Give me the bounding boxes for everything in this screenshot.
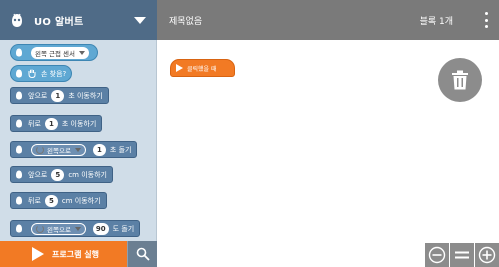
- palette-block-hand-found[interactable]: 손 찾음?: [10, 65, 73, 82]
- document-title[interactable]: 제목없음: [169, 14, 202, 27]
- app-title: UO 알버트: [34, 16, 84, 28]
- number-input[interactable]: 5: [51, 168, 65, 181]
- robot-icon: [16, 196, 22, 205]
- block-text: 뒤로: [28, 119, 41, 128]
- zoom-out-icon: [428, 246, 446, 264]
- direction-dropdown-label: 왼쪽으로: [47, 146, 71, 155]
- zoom-reset-button[interactable]: [450, 243, 474, 267]
- when-clicked-label: 클릭했을 때: [187, 65, 217, 73]
- trash-can-button[interactable]: [438, 58, 482, 102]
- number-input[interactable]: 1: [92, 143, 106, 156]
- robot-icon: [16, 119, 22, 128]
- dropdown-arrow-icon: [74, 226, 81, 231]
- number-input[interactable]: 90: [92, 222, 109, 235]
- block-text: 앞으로: [28, 91, 48, 100]
- block-text: 도 돌기: [112, 224, 135, 233]
- sensor-dropdown-label: 왼쪽 근접 센서: [35, 49, 76, 58]
- robot-icon: [16, 69, 22, 78]
- palette-block-turn-seconds[interactable]: 왼쪽으로 1 초 돌기: [10, 141, 138, 158]
- block-count-label: 블록 1개: [419, 17, 453, 27]
- chevron-down-icon[interactable]: [134, 17, 146, 24]
- robot-selector[interactable]: UO 알버트: [0, 0, 157, 40]
- number-input[interactable]: 1: [51, 89, 65, 102]
- block-text: 앞으로: [28, 170, 48, 179]
- run-program-label: 프로그램 실행: [52, 249, 99, 259]
- robot-icon: [16, 170, 22, 179]
- palette-block-turn-degrees[interactable]: 왼쪽으로 90 도 돌기: [10, 220, 141, 237]
- dropdown-arrow-icon: [79, 50, 86, 55]
- palette-block-backward-seconds[interactable]: 뒤로 1 초 이동하기: [10, 115, 103, 132]
- dropdown-arrow-icon: [74, 147, 81, 152]
- robot-icon: [16, 91, 22, 100]
- sensor-dropdown[interactable]: 왼쪽 근접 센서: [31, 46, 90, 59]
- when-clicked-block[interactable]: 클릭했을 때: [170, 59, 235, 77]
- block-text: 초 돌기: [109, 145, 132, 154]
- direction-dropdown[interactable]: 왼쪽으로: [31, 222, 86, 235]
- zoom-in-button[interactable]: [475, 243, 499, 267]
- block-text: cm 이동하기: [68, 170, 107, 179]
- block-text: cm 이동하기: [61, 196, 101, 205]
- zoom-in-icon: [478, 246, 496, 264]
- search-icon: [136, 247, 150, 261]
- hand-icon: [28, 69, 36, 78]
- robot-icon: [16, 48, 22, 57]
- palette-block-proximity-sensor[interactable]: 왼쪽 근접 센서: [10, 44, 99, 61]
- direction-dropdown[interactable]: 왼쪽으로: [31, 143, 86, 156]
- robot-icon: [16, 145, 22, 154]
- block-text: 초 이동하기: [61, 119, 97, 128]
- run-program-button[interactable]: 프로그램 실행: [0, 241, 127, 267]
- block-text: 뒤로: [28, 196, 41, 205]
- workspace-canvas[interactable]: 클릭했을 때: [158, 40, 499, 267]
- kebab-menu-icon[interactable]: [483, 12, 489, 28]
- palette-block-forward-seconds[interactable]: 앞으로 1 초 이동하기: [10, 87, 109, 104]
- equals-icon: [455, 251, 469, 259]
- palette-block-backward-cm[interactable]: 뒤로 5 cm 이동하기: [10, 192, 107, 209]
- bottom-toolbar: 프로그램 실행: [0, 241, 157, 267]
- play-icon: [32, 247, 44, 261]
- number-input[interactable]: 1: [44, 117, 58, 130]
- robot-icon: [12, 13, 22, 27]
- rotate-icon: [36, 145, 44, 154]
- zoom-out-button[interactable]: [425, 243, 449, 267]
- direction-dropdown-label: 왼쪽으로: [47, 225, 71, 234]
- palette-block-forward-cm[interactable]: 앞으로 5 cm 이동하기: [10, 166, 113, 183]
- title-bar: 제목없음 블록 1개: [157, 0, 499, 40]
- trash-icon: [452, 70, 468, 90]
- block-text: 초 이동하기: [68, 91, 103, 100]
- play-icon: [176, 64, 183, 72]
- robot-icon: [16, 224, 22, 233]
- rotate-icon: [36, 224, 44, 233]
- search-button[interactable]: [127, 241, 157, 267]
- hand-found-label: 손 찾음?: [41, 69, 67, 78]
- number-input[interactable]: 5: [44, 194, 58, 207]
- block-palette[interactable]: 왼쪽 근접 센서 손 찾음? 앞으로 1 초 이동하기 뒤로 1 초 이동하기 …: [0, 40, 157, 241]
- zoom-controls: [424, 243, 499, 267]
- top-bar: UO 알버트 제목없음 블록 1개: [0, 0, 499, 40]
